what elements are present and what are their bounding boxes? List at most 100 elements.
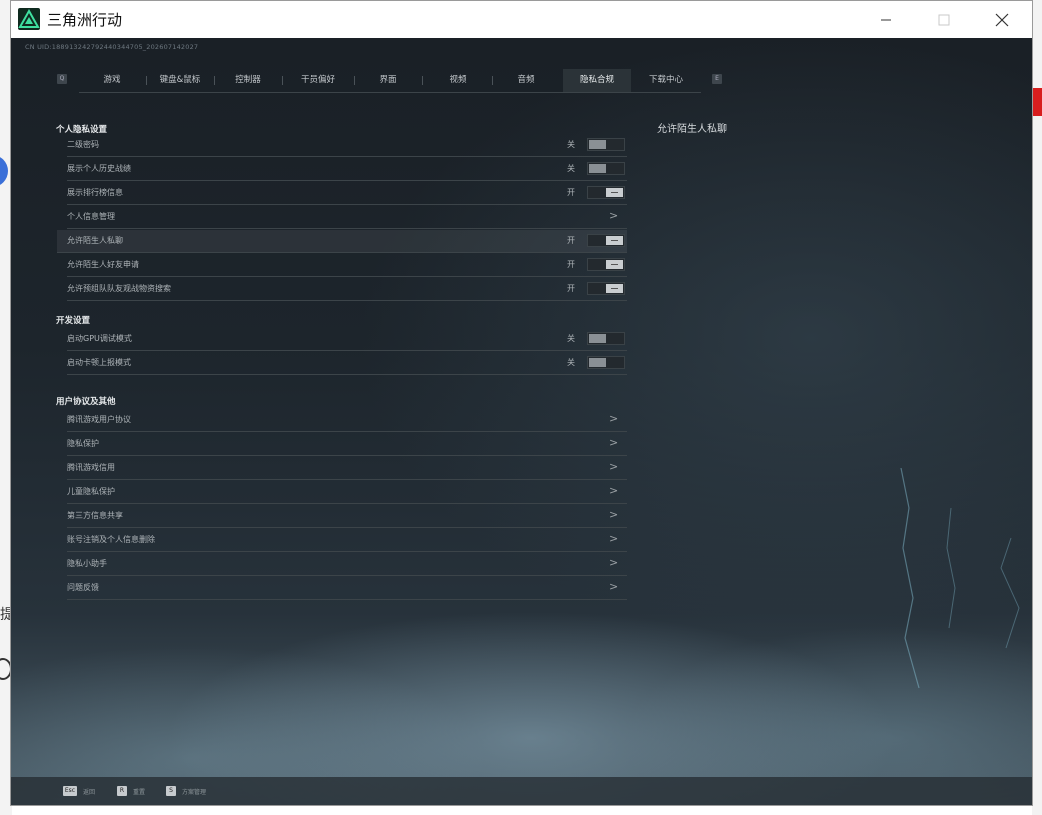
tab-5[interactable]: 界面: [355, 69, 421, 92]
lightning-decoration: [900, 468, 1020, 689]
toggle-knob: [589, 334, 606, 343]
settings-row[interactable]: 启动卡顿上报模式 关: [67, 352, 627, 375]
settings-row[interactable]: 第三方信息共享 >: [67, 505, 627, 528]
chevron-right-icon: >: [609, 580, 619, 593]
settings-row[interactable]: 问题反馈 >: [67, 577, 627, 600]
footer-label: 方案管理: [182, 789, 207, 796]
tab-8[interactable]: 隐私合规: [563, 69, 631, 93]
settings-row[interactable]: 腾讯游戏信用 >: [67, 457, 627, 480]
toggle-state-text: 开: [567, 284, 575, 293]
row-label: 允许陌生人私聊: [67, 236, 123, 245]
tab-4[interactable]: 干员偏好: [283, 69, 353, 92]
tab-7[interactable]: 音频: [493, 69, 559, 92]
toggle-knob: [589, 164, 606, 173]
tab-1[interactable]: 游戏: [79, 69, 145, 92]
settings-row[interactable]: 个人信息管理 >: [67, 206, 627, 229]
toggle-switch[interactable]: [587, 234, 625, 247]
row-label: 允许陌生人好友申请: [67, 260, 139, 269]
row-label: 隐私小助手: [67, 559, 107, 568]
toggle-switch[interactable]: [587, 258, 625, 271]
title-bar[interactable]: 三角洲行动: [11, 1, 1032, 39]
toggle-switch[interactable]: [587, 162, 625, 175]
settings-screen: CN UID:18891324279244034470​5_2026071420…: [11, 38, 1032, 805]
settings-row[interactable]: 账号注销及个人信息删除 >: [67, 529, 627, 552]
settings-row[interactable]: 允许陌生人私聊 开: [57, 230, 627, 253]
footer-key[interactable]: S: [166, 786, 176, 796]
toggle-state-text: 关: [567, 334, 575, 343]
toggle-state-text: 开: [567, 188, 575, 197]
row-label: 第三方信息共享: [67, 511, 123, 520]
minimize-button[interactable]: [863, 1, 909, 38]
row-label: 问题反馈: [67, 583, 99, 592]
toggle-knob: [606, 236, 623, 245]
settings-row[interactable]: 允许陌生人好友申请 开: [67, 254, 627, 277]
toggle-state-text: 关: [567, 358, 575, 367]
row-label: 展示排行榜信息: [67, 188, 123, 197]
maximize-button[interactable]: [921, 1, 967, 38]
toggle-state-text: 关: [567, 164, 575, 173]
toggle-switch[interactable]: [587, 356, 625, 369]
toggle-state-text: 开: [567, 236, 575, 245]
settings-row[interactable]: 隐私保护 >: [67, 433, 627, 456]
app-logo-icon: [18, 8, 40, 30]
row-label: 腾讯游戏信用: [67, 463, 115, 472]
close-icon: [995, 13, 1009, 26]
row-label: 腾讯游戏用户协议: [67, 415, 131, 424]
toggle-state-text: 开: [567, 260, 575, 269]
footer-key[interactable]: Esc: [63, 786, 77, 796]
settings-row[interactable]: 展示排行榜信息 开: [67, 182, 627, 205]
game-window: 三角洲行动 CN UID:18891324279244034470​5_2026…: [10, 0, 1033, 806]
row-label: 儿童隐私保护: [67, 487, 115, 496]
section-title-dev: 开发设置: [56, 316, 91, 326]
settings-row[interactable]: 允许预组队队友观战物资搜索 开: [67, 278, 627, 301]
tab-next-key[interactable]: E: [712, 74, 722, 84]
toggle-knob: [606, 188, 623, 197]
toggle-knob: [589, 358, 606, 367]
settings-row[interactable]: 启动GPU调试模式 关: [67, 328, 627, 351]
chevron-right-icon: >: [609, 484, 619, 497]
toggle-switch[interactable]: [587, 186, 625, 199]
footer-bar: Esc 返回 R 重置 S 方案管理: [11, 777, 1032, 805]
tab-separator: [422, 76, 423, 85]
tab-6[interactable]: 视频: [425, 69, 491, 92]
chevron-right-icon: >: [609, 532, 619, 545]
window-title: 三角洲行动: [47, 11, 123, 29]
toggle-switch[interactable]: [587, 138, 625, 151]
detail-title: 允许陌生人私聊: [657, 124, 727, 135]
tab-prev-key[interactable]: Q: [57, 74, 67, 84]
footer-key[interactable]: R: [117, 786, 127, 796]
chevron-right-icon: >: [609, 209, 619, 222]
chevron-right-icon: >: [609, 412, 619, 425]
settings-row[interactable]: 腾讯游戏用户协议 >: [67, 409, 627, 432]
footer-label: 返回: [83, 789, 96, 796]
chevron-right-icon: >: [609, 460, 619, 473]
row-label: 个人信息管理: [67, 212, 115, 221]
toggle-knob: [606, 284, 623, 293]
maximize-icon: [938, 14, 950, 25]
tab-2[interactable]: 键盘&鼠标: [147, 69, 213, 92]
close-button[interactable]: [979, 1, 1025, 38]
row-label: 允许预组队队友观战物资搜索: [67, 284, 171, 293]
toggle-switch[interactable]: [587, 332, 625, 345]
toggle-switch[interactable]: [587, 282, 625, 295]
tab-3[interactable]: 控制器: [215, 69, 281, 92]
desktop-red-tab: [1033, 88, 1042, 116]
row-label: 展示个人历史战绩: [67, 164, 131, 173]
toggle-knob: [606, 260, 623, 269]
uid-text: CN UID:18891324279244034470​5_2026071420…: [25, 43, 199, 51]
row-label: 启动卡顿上报模式: [67, 358, 131, 367]
row-label: 二级密码: [67, 140, 99, 149]
chevron-right-icon: >: [609, 508, 619, 521]
settings-row[interactable]: 儿童隐私保护 >: [67, 481, 627, 504]
settings-row[interactable]: 隐私小助手 >: [67, 553, 627, 576]
row-label: 启动GPU调试模式: [67, 334, 132, 343]
chevron-right-icon: >: [609, 436, 619, 449]
row-label: 账号注销及个人信息删除: [67, 535, 155, 544]
minimize-icon: [881, 19, 891, 20]
tab-9[interactable]: 下载中心: [631, 69, 701, 92]
desktop-right-strip: [1032, 0, 1042, 815]
tab-divider: [79, 92, 701, 93]
settings-row[interactable]: 二级密码 关: [67, 134, 627, 157]
toggle-state-text: 关: [567, 140, 575, 149]
settings-row[interactable]: 展示个人历史战绩 关: [67, 158, 627, 181]
